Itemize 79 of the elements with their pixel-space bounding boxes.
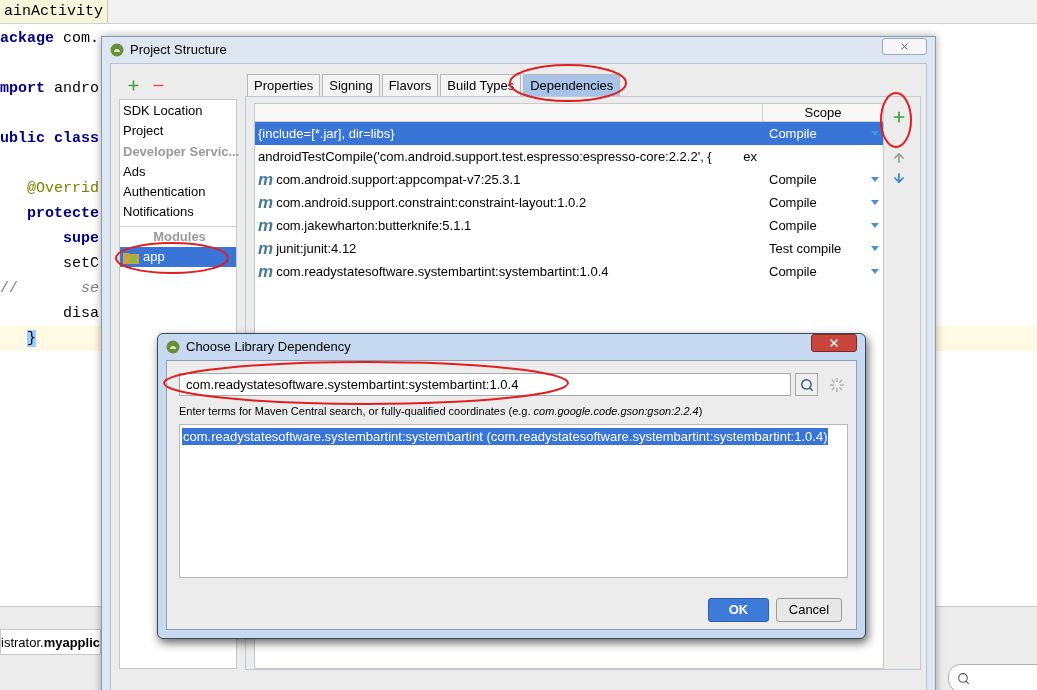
tab[interactable]: Signing: [322, 74, 380, 96]
maven-icon: m: [258, 217, 274, 234]
android-icon: [110, 43, 124, 57]
dependency-row[interactable]: m com.jakewharton:butterknife:5.1.1 Compile: [255, 214, 883, 237]
sidebar-item[interactable]: Authentication: [120, 182, 236, 202]
dependency-row[interactable]: m com.readystatesoftware.systembartint:systembartint:1.0.4 Compile: [255, 260, 883, 283]
dropdown-caret-icon[interactable]: [871, 223, 879, 228]
maven-icon: m: [258, 240, 274, 257]
column-header[interactable]: Scope: [763, 104, 883, 121]
maven-icon: m: [258, 263, 274, 280]
sidebar-item[interactable]: Notifications: [120, 202, 236, 222]
maven-icon: m: [258, 171, 274, 188]
code-line: ackage com.: [0, 30, 100, 47]
search-field[interactable]: [948, 664, 1037, 690]
add-icon[interactable]: [126, 78, 141, 93]
code-line: disa: [62, 305, 100, 322]
move-down-icon[interactable]: [892, 171, 906, 185]
tab[interactable]: Flavors: [381, 74, 439, 96]
dropdown-caret-icon[interactable]: [871, 200, 879, 205]
scope-text: Compile: [769, 216, 818, 235]
dependency-name: androidTestCompile('com.android.support.test.espresso:espresso-core:2.2.2', {: [258, 147, 712, 166]
code-line: protecte: [26, 205, 100, 222]
result-item[interactable]: com.readystatesoftware.systembartint:systembartint (com.readystatesoftware.systembartint:systembartint:1.0.4): [182, 427, 829, 445]
tab[interactable]: Properties: [247, 74, 321, 96]
sidebar-item[interactable]: Project: [120, 121, 236, 141]
dependency-row[interactable]: m com.android.support.constraint:constraint-layout:1.0.2 Compile: [255, 191, 883, 214]
maven-icon: m: [258, 194, 274, 211]
scope-text: Compile: [769, 193, 818, 212]
tab[interactable]: Dependencies: [523, 74, 621, 96]
dropdown-caret-icon[interactable]: [871, 269, 879, 274]
search-icon: [799, 377, 814, 392]
search-icon: [957, 671, 970, 685]
search-button[interactable]: [795, 373, 819, 396]
dependency-name: com.android.support:appcompat-v7:25.3.1: [276, 170, 521, 189]
code-line: supe: [62, 230, 100, 247]
dependency-name: com.android.support.constraint:constraint-layout:1.0.2: [276, 193, 587, 212]
add-icon[interactable]: [891, 109, 907, 125]
sidebar-item[interactable]: Ads: [120, 162, 236, 182]
scope-text: Compile: [769, 262, 818, 281]
close-button[interactable]: [882, 37, 927, 55]
scope-text: Compile: [769, 124, 818, 143]
code-line: mport andro: [0, 80, 100, 97]
scope-text: Compile: [769, 170, 818, 189]
dependency-row[interactable]: m com.android.support:appcompat-v7:25.3.1 Compile: [255, 168, 883, 191]
dropdown-caret-icon[interactable]: [871, 246, 879, 251]
scope-text: Test compile: [769, 239, 843, 258]
dependency-name: com.readystatesoftware.systembartint:systembartint:1.0.4: [276, 262, 609, 281]
module-folder-icon: [123, 250, 139, 264]
sidebar-item[interactable]: SDK Location: [120, 101, 236, 121]
close-icon: [899, 40, 910, 52]
editor-tab[interactable]: ainActivity: [0, 0, 109, 23]
window-title: Project Structure: [130, 41, 227, 60]
dependency-name: com.jakewharton:butterknife:5.1.1: [276, 216, 472, 235]
close-button[interactable]: [811, 334, 857, 352]
dependency-name: junit:junit:4.12: [276, 239, 357, 258]
move-up-icon[interactable]: [892, 151, 906, 165]
code-line: @Overrid: [26, 180, 100, 197]
cancel-button[interactable]: Cancel: [776, 597, 842, 622]
dependency-row[interactable]: androidTestCompile('com.android.support.test.espresso:espresso-core:2.2.2', { ex: [255, 145, 883, 168]
hint-text: Enter terms for Maven Central search, or fully-qualified coordinates (e.g. com.google.code.gson:gson:2.2.4): [179, 404, 704, 419]
section-header: Modules: [153, 228, 206, 247]
code-line: setC: [62, 255, 100, 272]
ok-button[interactable]: OK: [708, 597, 769, 622]
loading-spinner-icon: [830, 377, 844, 392]
module-item[interactable]: app: [120, 247, 236, 267]
annotation-ellipse: [880, 92, 912, 148]
dependency-row[interactable]: {include=[*.jar], dir=libs} Compile: [255, 122, 883, 145]
dropdown-caret-icon[interactable]: [871, 177, 879, 182]
dependency-extra: ex: [743, 147, 757, 166]
close-icon: [828, 337, 840, 349]
dependency-row[interactable]: m junit:junit:4.12 Test compile: [255, 237, 883, 260]
android-icon: [166, 340, 180, 354]
section-header: Developer Servic...: [123, 142, 240, 161]
search-field[interactable]: com.readystatesoftware.systembartint:systembartint:1.0.4: [179, 373, 792, 396]
code-line: ublic class: [0, 130, 100, 147]
bottom-tab[interactable]: istrator.myapplic: [0, 629, 101, 655]
dependency-name: {include=[*.jar], dir=libs}: [258, 124, 395, 143]
window-title: Choose Library Dependency: [186, 338, 351, 357]
code-line: // se: [0, 280, 100, 297]
